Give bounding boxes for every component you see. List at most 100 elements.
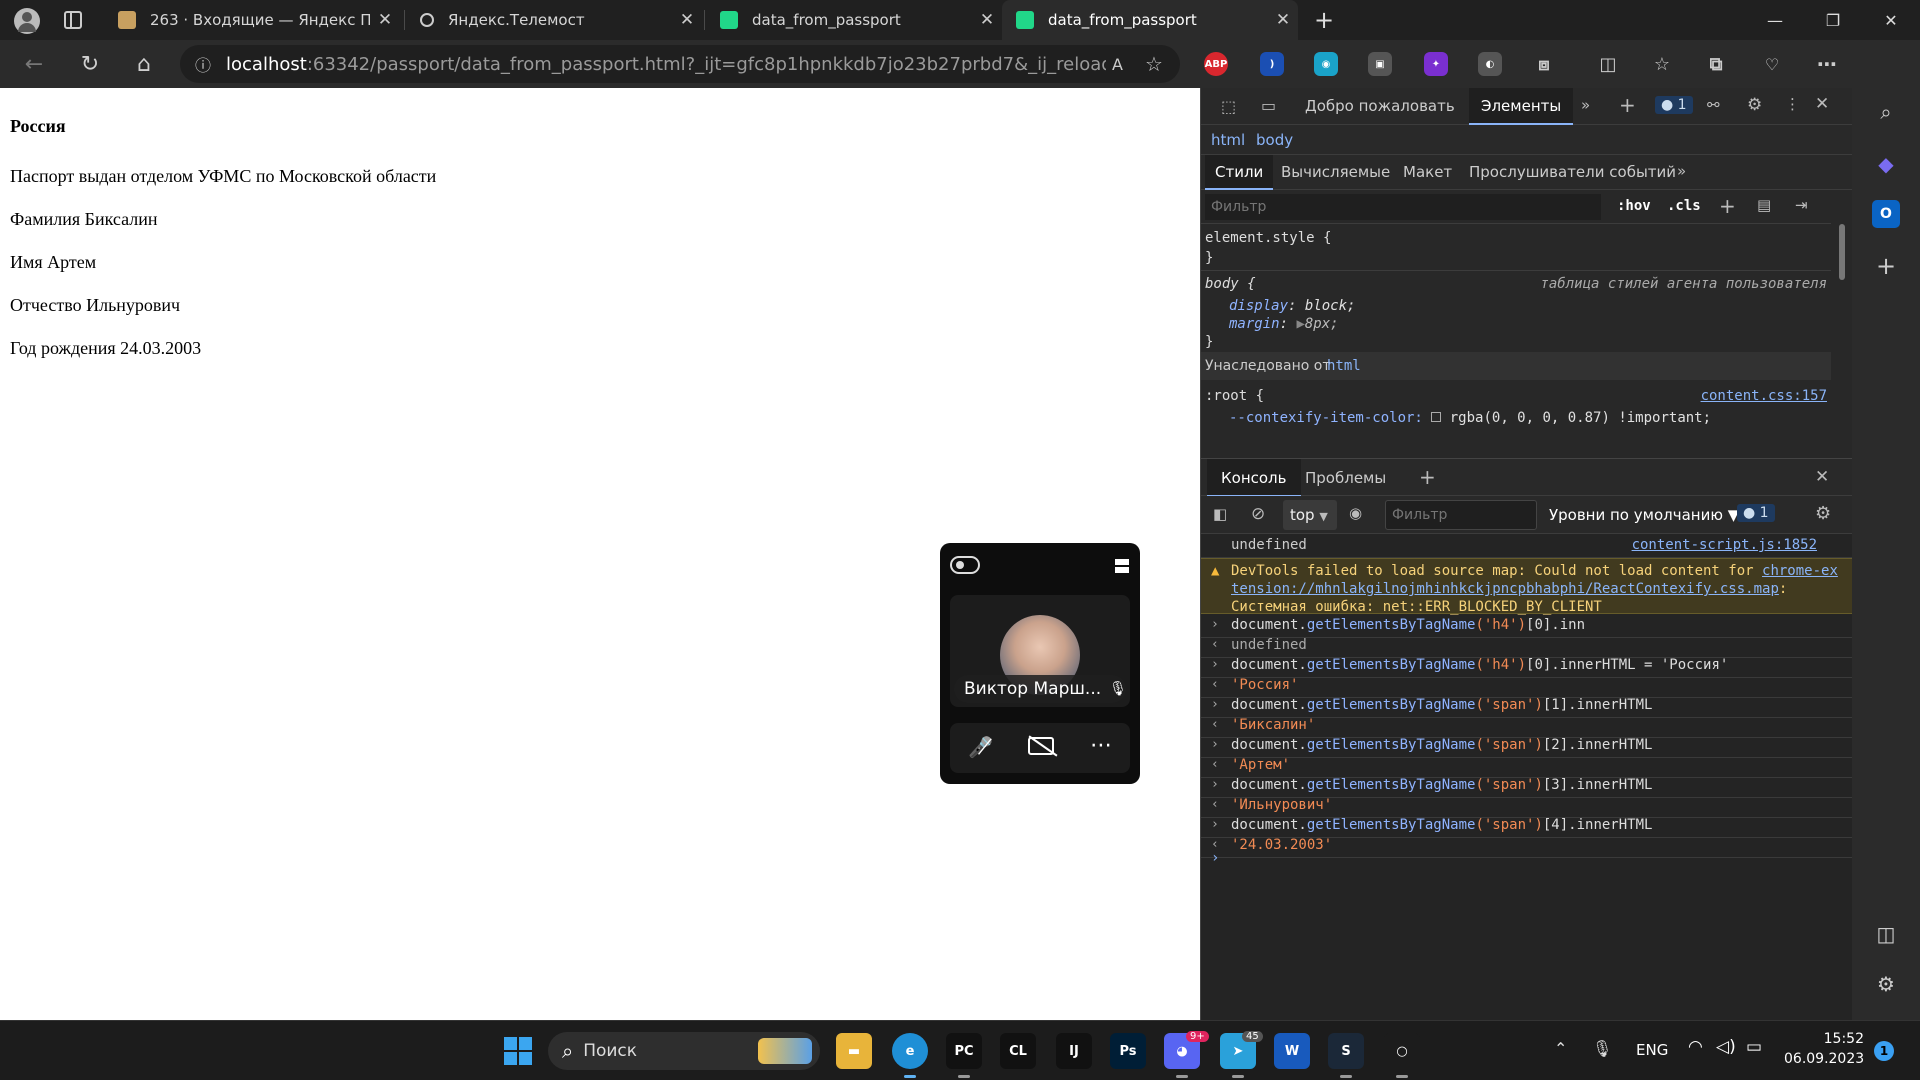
console-issues-badge[interactable]: ● 1 [1737, 504, 1775, 522]
add-tab-icon[interactable]: + [1619, 93, 1636, 117]
breadcrumb-html[interactable]: html [1211, 131, 1245, 149]
live-expression-icon[interactable]: ◉ [1349, 504, 1362, 522]
close-drawer-icon[interactable]: ✕ [1815, 467, 1829, 487]
content-css-link[interactable]: content.css:157 [1701, 388, 1827, 404]
volume-icon[interactable]: ◁) [1716, 1037, 1736, 1057]
warning-link[interactable]: chrome-ex [1762, 563, 1838, 579]
kebab-menu-icon[interactable]: ⋮ [1785, 95, 1800, 113]
tab-computed[interactable]: Вычисляемые [1281, 163, 1390, 181]
url-text[interactable]: localhost:63342/passport/data_from_passp… [226, 54, 1106, 75]
breadcrumb-body[interactable]: body [1256, 131, 1293, 149]
microphone-icon[interactable]: 🎙 [1592, 1039, 1612, 1058]
battery-icon[interactable]: ▭ [1746, 1037, 1762, 1057]
tab-console[interactable]: Консоль [1207, 459, 1301, 497]
styles-filter-input[interactable] [1205, 194, 1601, 220]
warning-link-cont[interactable]: tension://mhnlakgilnojmhinhkckjpncpbhabp… [1231, 581, 1779, 597]
reload-button[interactable]: ↻ [72, 46, 108, 82]
favorite-star-icon[interactable]: ☆ [1145, 52, 1163, 76]
extensions-icon[interactable]: ⧈ [1532, 52, 1556, 76]
adblock-icon[interactable]: ABP [1204, 52, 1228, 76]
start-button[interactable] [500, 1033, 536, 1069]
taskbar-search[interactable]: ⌕ Поиск [548, 1032, 820, 1070]
mic-off-icon[interactable]: 🎤̸ [968, 735, 993, 759]
pycharm-icon[interactable]: PC [946, 1033, 982, 1069]
console-settings-icon[interactable]: ⚙ [1815, 503, 1831, 524]
element-style-rule[interactable]: element.style { [1205, 230, 1331, 246]
cls-toggle[interactable]: .cls [1667, 198, 1701, 214]
telemost-logo-icon[interactable] [950, 556, 980, 574]
source-link[interactable]: content-script.js:1852 [1632, 537, 1817, 553]
shield-ext-icon[interactable]: ◐ [1478, 52, 1502, 76]
performance-icon[interactable]: ♡ [1760, 52, 1784, 76]
tab-layout[interactable]: Макет [1403, 163, 1452, 181]
close-window-button[interactable]: ✕ [1866, 0, 1916, 40]
close-icon[interactable]: ✕ [972, 10, 1002, 30]
hide-sidebar-icon[interactable]: ◫ [1872, 920, 1900, 948]
tab-elements[interactable]: Элементы [1469, 88, 1574, 125]
new-tab-button[interactable]: + [1308, 4, 1340, 36]
star-ext-icon[interactable]: ✦ [1424, 52, 1448, 76]
add-drawer-tab-icon[interactable]: + [1419, 465, 1436, 489]
console-result-row[interactable]: ‹ '24.03.2003' [1201, 834, 1853, 858]
camera-off-icon[interactable] [1028, 735, 1058, 757]
maximize-button[interactable]: ❐ [1808, 0, 1858, 40]
add-sidebar-app-icon[interactable]: + [1872, 252, 1900, 280]
edge-icon[interactable]: e [892, 1033, 928, 1069]
tab-event-listeners[interactable]: Прослушиватели событий [1469, 163, 1676, 181]
profile-icon[interactable] [14, 8, 40, 34]
favorites-icon[interactable]: ☆ [1650, 52, 1674, 76]
read-aloud-icon[interactable]: A [1112, 55, 1123, 74]
console-sidebar-icon[interactable]: ◧ [1213, 505, 1227, 523]
language-indicator[interactable]: ENG [1636, 1041, 1668, 1059]
copy-icon[interactable]: ▣ [1368, 52, 1392, 76]
home-button[interactable]: ⌂ [126, 46, 162, 82]
tab-telemost[interactable]: Яндекс.Телемост ✕ [406, 0, 702, 40]
notification-badge[interactable]: 1 [1874, 1041, 1894, 1061]
link-icon[interactable]: ⚯ [1707, 96, 1720, 114]
steam-icon[interactable]: S [1328, 1033, 1364, 1069]
prop-display[interactable]: display: block; [1229, 298, 1355, 314]
console-filter-input[interactable] [1385, 500, 1537, 530]
close-icon[interactable]: ✕ [672, 10, 702, 30]
more-icon[interactable]: ⋯ [1090, 733, 1112, 758]
log-levels-select[interactable]: Уровни по умолчанию ▼ [1549, 506, 1739, 524]
hov-toggle[interactable]: :hov [1617, 198, 1651, 214]
file-explorer-icon[interactable]: ▬ [836, 1033, 872, 1069]
outlook-icon[interactable]: O [1872, 200, 1900, 228]
sidebar-settings-icon[interactable]: ⚙ [1872, 970, 1900, 998]
info-icon[interactable]: ⓘ [180, 52, 226, 76]
clear-console-icon[interactable]: ⊘ [1251, 504, 1265, 524]
clion-icon[interactable]: CL [1000, 1033, 1036, 1069]
tab-passport-1[interactable]: data_from_passport ✕ [706, 0, 1002, 40]
close-icon[interactable]: ✕ [1268, 10, 1298, 30]
tab-passport-2[interactable]: data_from_passport ✕ [1002, 0, 1298, 40]
prop-margin[interactable]: margin: ▶8px; [1229, 316, 1339, 332]
context-select[interactable]: top ▼ [1283, 500, 1337, 530]
address-bar[interactable]: ⓘ localhost:63342/passport/data_from_pas… [180, 45, 1180, 83]
search-icon[interactable]: ⌕ [1872, 98, 1900, 126]
tab-issues[interactable]: Проблемы [1305, 469, 1386, 487]
split-screen-icon[interactable]: ◫ [1596, 52, 1620, 76]
more-menu-icon[interactable]: ⋯ [1815, 52, 1839, 76]
tab-welcome[interactable]: Добро пожаловать [1305, 97, 1455, 115]
console-prompt[interactable]: › [1211, 850, 1219, 866]
root-prop[interactable]: --contexify-item-color: rgba(0, 0, 0, 0.… [1229, 410, 1711, 426]
clock[interactable]: 15:52 06.09.2023 [1784, 1029, 1864, 1069]
inherited-link[interactable]: html [1327, 358, 1361, 374]
word-icon[interactable]: W [1274, 1033, 1310, 1069]
photoshop-icon[interactable]: Ps [1110, 1033, 1146, 1069]
back-button[interactable]: ← [16, 46, 52, 82]
device-toolbar-icon[interactable]: ▭ [1261, 96, 1276, 115]
color-swatch[interactable] [1431, 412, 1442, 422]
tab-actions-icon[interactable] [64, 11, 82, 29]
gear-icon[interactable]: ⚙ [1747, 95, 1762, 115]
moon-icon[interactable]: ) [1260, 52, 1284, 76]
close-devtools-icon[interactable]: ✕ [1815, 94, 1829, 114]
wifi-icon[interactable]: ◠ [1688, 1037, 1703, 1057]
expand-triangle-icon[interactable]: ▶ [1296, 316, 1304, 332]
paint-icon[interactable]: ▤ [1757, 196, 1771, 214]
telemost-icon[interactable]: ○ [1384, 1033, 1420, 1069]
more-tabs-icon[interactable]: » [1581, 96, 1590, 114]
layout-icon[interactable] [1115, 559, 1129, 573]
styles-scrollbar[interactable] [1837, 208, 1847, 458]
